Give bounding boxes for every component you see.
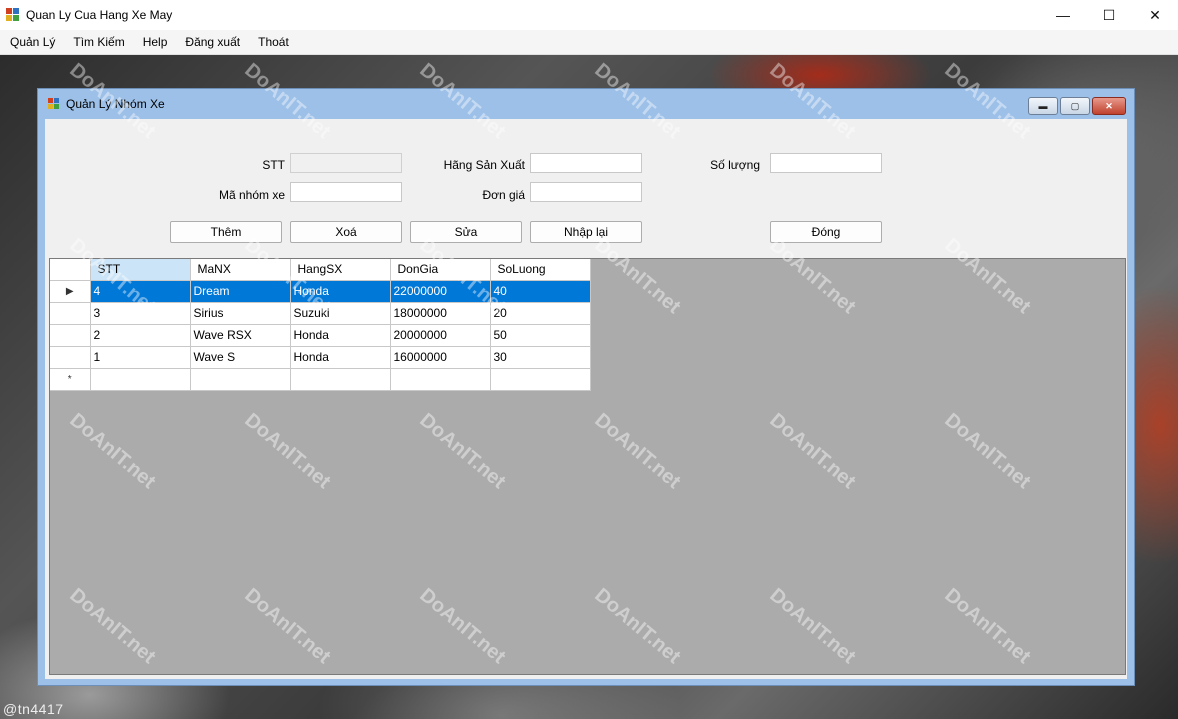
column-header-soluong[interactable]: SoLuong [490, 259, 591, 281]
row-header[interactable] [50, 346, 91, 369]
sua-button[interactable]: Sửa [410, 221, 522, 243]
app-title: Quan Ly Cua Hang Xe May [26, 8, 173, 22]
cell-manx[interactable]: Dream [190, 280, 291, 303]
child-title-bar[interactable]: Quản Lý Nhóm Xe ▬ ▢ ✕ [38, 89, 1134, 119]
grid-header-row: STT MaNX HangSX DonGia SoLuong [50, 259, 591, 281]
column-header-dongia[interactable]: DonGia [390, 259, 491, 281]
cell-hangsx[interactable]: Suzuki [290, 302, 391, 325]
nhap-lai-button[interactable]: Nhập lại [530, 221, 642, 243]
table-row[interactable]: ▶ 4 Dream Honda 22000000 40 [50, 280, 591, 303]
cell-soluong[interactable]: 30 [490, 346, 591, 369]
table-row[interactable]: 1 Wave S Honda 16000000 30 [50, 346, 591, 369]
cell-dongia[interactable]: 18000000 [390, 302, 491, 325]
app-icon [6, 8, 20, 22]
new-cell[interactable] [390, 368, 491, 391]
so-luong-label: Số lượng [710, 158, 760, 172]
child-minimize-button[interactable]: ▬ [1028, 97, 1058, 115]
them-button[interactable]: Thêm [170, 221, 282, 243]
hang-san-xuat-field[interactable] [530, 153, 642, 173]
maximize-button[interactable]: ☐ [1086, 0, 1132, 30]
row-header[interactable] [50, 302, 91, 325]
cell-hangsx[interactable]: Honda [290, 324, 391, 347]
stt-label: STT [262, 158, 285, 172]
child-close-button[interactable]: ✕ [1092, 97, 1126, 115]
new-cell[interactable] [90, 368, 191, 391]
column-header-hangsx[interactable]: HangSX [290, 259, 391, 281]
new-row-asterisk-icon[interactable]: * [50, 368, 91, 391]
cell-stt[interactable]: 4 [90, 280, 191, 303]
cell-dongia[interactable]: 16000000 [390, 346, 491, 369]
menu-dang-xuat[interactable]: Đăng xuất [176, 30, 249, 54]
hang-san-xuat-label: Hãng Sản Xuất [443, 158, 525, 172]
child-maximize-button[interactable]: ▢ [1060, 97, 1090, 115]
cell-manx[interactable]: Sirius [190, 302, 291, 325]
form-client-area: STT Hãng Sản Xuất Số lượng Mã nhóm xe Đơ… [45, 119, 1127, 679]
cell-dongia[interactable]: 22000000 [390, 280, 491, 303]
new-row[interactable]: * [50, 368, 591, 391]
cell-dongia[interactable]: 20000000 [390, 324, 491, 347]
child-window-quan-ly-nhom-xe: Quản Lý Nhóm Xe ▬ ▢ ✕ STT Hãng Sản Xuất … [37, 88, 1135, 686]
ma-nhom-xe-label: Mã nhóm xe [218, 188, 285, 202]
new-cell[interactable] [190, 368, 291, 391]
menu-thoat[interactable]: Thoát [249, 30, 298, 54]
cell-manx[interactable]: Wave RSX [190, 324, 291, 347]
close-button[interactable]: ✕ [1132, 0, 1178, 30]
cell-stt[interactable]: 1 [90, 346, 191, 369]
menu-quan-ly[interactable]: Quản Lý [1, 30, 64, 54]
credit-text: @tn4417 [3, 701, 64, 717]
minimize-button[interactable]: — [1040, 0, 1086, 30]
cell-soluong[interactable]: 40 [490, 280, 591, 303]
cell-stt[interactable]: 2 [90, 324, 191, 347]
grid-table: STT MaNX HangSX DonGia SoLuong ▶ 4 Dream… [50, 259, 591, 391]
cell-hangsx[interactable]: Honda [290, 346, 391, 369]
cell-manx[interactable]: Wave S [190, 346, 291, 369]
menu-bar: Quản Lý Tìm Kiếm Help Đăng xuất Thoát [0, 30, 1178, 55]
main-title-bar[interactable]: Quan Ly Cua Hang Xe May — ☐ ✕ [0, 0, 1178, 30]
child-app-icon [48, 98, 60, 110]
so-luong-field[interactable] [770, 153, 882, 173]
menu-tim-kiem[interactable]: Tìm Kiếm [64, 30, 133, 54]
grid-corner[interactable] [50, 259, 91, 281]
dong-button[interactable]: Đóng [770, 221, 882, 243]
table-row[interactable]: 2 Wave RSX Honda 20000000 50 [50, 324, 591, 347]
don-gia-field[interactable] [530, 182, 642, 202]
nhom-xe-grid[interactable]: STT MaNX HangSX DonGia SoLuong ▶ 4 Dream… [49, 258, 1126, 675]
don-gia-label: Đơn giá [482, 188, 525, 202]
child-title: Quản Lý Nhóm Xe [66, 97, 165, 111]
cell-stt[interactable]: 3 [90, 302, 191, 325]
cell-soluong[interactable]: 50 [490, 324, 591, 347]
cell-soluong[interactable]: 20 [490, 302, 591, 325]
new-cell[interactable] [490, 368, 591, 391]
current-row-indicator-icon[interactable]: ▶ [50, 280, 91, 303]
column-header-manx[interactable]: MaNX [190, 259, 291, 281]
menu-help[interactable]: Help [134, 30, 177, 54]
column-header-stt[interactable]: STT [90, 259, 191, 281]
ma-nhom-xe-field[interactable] [290, 182, 402, 202]
row-header[interactable] [50, 324, 91, 347]
xoa-button[interactable]: Xoá [290, 221, 402, 243]
cell-hangsx[interactable]: Honda [290, 280, 391, 303]
table-row[interactable]: 3 Sirius Suzuki 18000000 20 [50, 302, 591, 325]
stt-field[interactable] [290, 153, 402, 173]
new-cell[interactable] [290, 368, 391, 391]
